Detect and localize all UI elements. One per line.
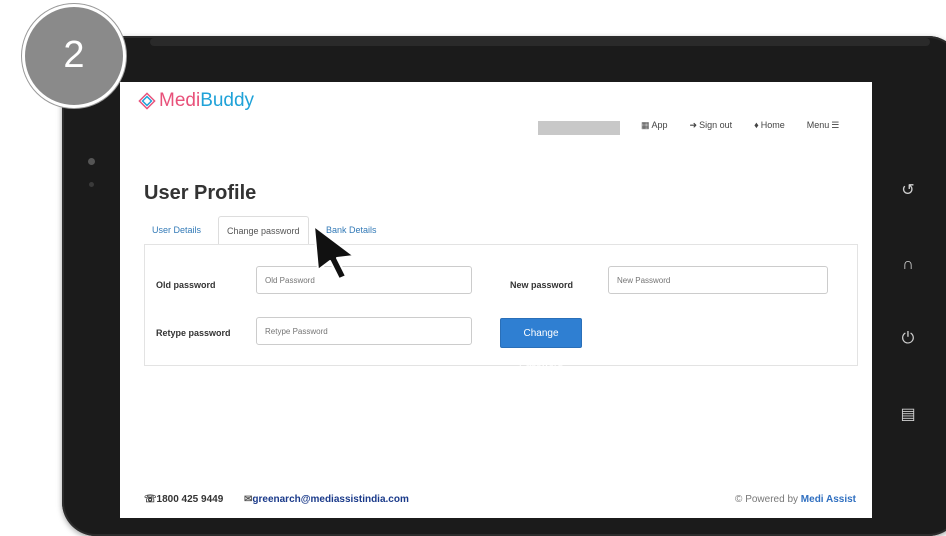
- medibuddy-logo[interactable]: Medi Buddy: [138, 90, 254, 112]
- footer-phone-number: 1800 425 9449: [156, 494, 224, 505]
- retype-password-input[interactable]: [256, 317, 472, 345]
- sensor-dot: [89, 182, 94, 187]
- tab-user-details[interactable]: User Details: [144, 216, 209, 244]
- nav-app-label: App: [651, 120, 668, 130]
- menu-icon: ☰: [831, 120, 840, 130]
- nav-home[interactable]: ♦ Home: [754, 120, 785, 131]
- username-placeholder: [538, 121, 620, 135]
- powered-brand[interactable]: Medi Assist: [801, 494, 856, 505]
- logo-text-buddy: Buddy: [200, 90, 255, 111]
- nav-home-label: Home: [760, 120, 785, 130]
- change-password-button[interactable]: Change Password: [500, 318, 582, 369]
- nav-menu-label: Menu: [806, 120, 830, 130]
- power-key-icon[interactable]: ⏻: [898, 330, 918, 348]
- tab-change-password[interactable]: Change password: [218, 216, 309, 246]
- back-key-icon[interactable]: ↺: [898, 180, 918, 200]
- nav-signout[interactable]: ➜ Sign out: [690, 120, 733, 131]
- new-password-input[interactable]: [608, 266, 828, 294]
- home-icon: ♦: [754, 120, 759, 130]
- phone-icon: ☏: [144, 494, 157, 505]
- logo-text-medi: Medi: [159, 90, 201, 111]
- footer-email[interactable]: ✉greenarch@mediassistindia.com: [244, 494, 409, 505]
- tablet-screen: Medi Buddy ▦ App ➜ Sign out ♦ Home Menu ☰ Use…: [120, 82, 872, 518]
- page-title: User Profile: [144, 182, 257, 204]
- signout-icon: ➜: [689, 120, 698, 130]
- old-password-input[interactable]: [256, 266, 472, 294]
- step-badge: 2: [22, 4, 126, 108]
- old-password-label: Old password: [156, 280, 216, 290]
- top-nav: ▦ App ➜ Sign out ♦ Home Menu ☰: [641, 120, 841, 131]
- powered-prefix: © Powered by: [735, 494, 799, 505]
- menu-key-icon[interactable]: ▤: [898, 404, 918, 424]
- profile-tabs: User Details Change password Bank Detail…: [144, 216, 866, 246]
- camera-dot: [88, 158, 95, 165]
- home-key-icon[interactable]: ∩: [898, 256, 918, 274]
- new-password-label: New password: [510, 280, 574, 290]
- nav-signout-label: Sign out: [699, 120, 733, 130]
- footer-email-address: greenarch@mediassistindia.com: [252, 494, 409, 505]
- nav-menu[interactable]: Menu ☰: [807, 120, 842, 131]
- logo-diamond-icon: [138, 92, 156, 110]
- footer-phone[interactable]: ☏1800 425 9449: [144, 494, 223, 505]
- nav-app[interactable]: ▦ App: [641, 120, 668, 131]
- retype-password-label: Retype password: [156, 328, 231, 338]
- grid-icon: ▦: [641, 120, 650, 130]
- mouse-pointer-icon: [313, 225, 355, 280]
- footer-powered-by: © Powered by Medi Assist: [735, 494, 856, 505]
- tablet-top-edge: [150, 38, 930, 46]
